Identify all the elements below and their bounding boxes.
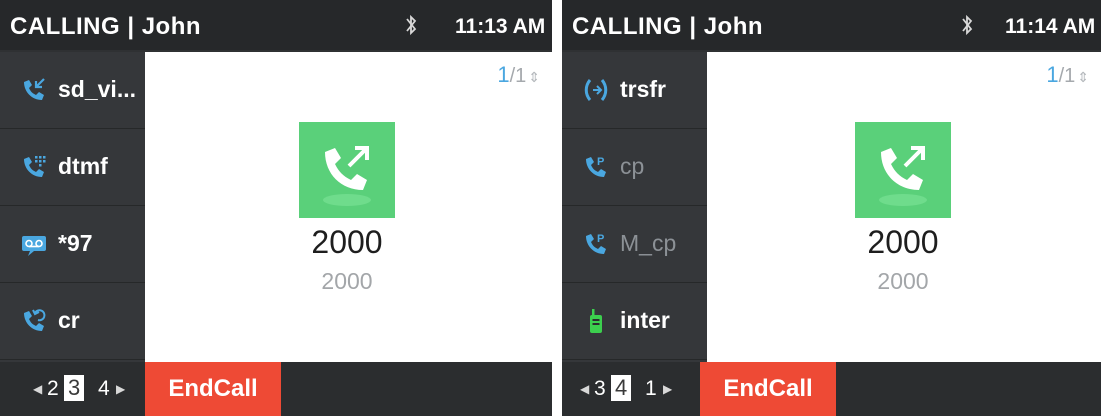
voicemail-icon [22, 236, 46, 256]
softkey-sidebar: trsfr P cp P M_cp inter [562, 52, 707, 362]
phone-callback-icon [24, 309, 46, 331]
walkie-talkie-icon [590, 309, 602, 333]
svg-text:P: P [597, 156, 604, 168]
pager-next[interactable]: 4 [98, 377, 110, 401]
softkey-label: cp [620, 153, 645, 179]
softkey-label: sd_vi... [58, 76, 136, 102]
svg-text:P: P [597, 233, 604, 245]
bluetooth-icon [406, 14, 417, 36]
clock: 11:13 AM [455, 15, 546, 38]
page-total: /1 [509, 65, 527, 87]
call-status-title: CALLING | John [10, 13, 202, 40]
up-down-arrows-icon: ⇕ [528, 69, 540, 85]
contact-number: 2000 [877, 268, 929, 294]
phone-incoming-icon [24, 78, 45, 100]
softkey-sidebar: sd_vi... dtmf *97 cr [0, 52, 145, 362]
softkey-pager[interactable]: ◀ 3 4 1 ▶ [562, 362, 707, 416]
softkey-trsfr[interactable]: trsfr [562, 52, 707, 129]
bottom-bar: ◀ 3 4 1 ▶ EndCall [562, 362, 1101, 416]
pager-left-arrow-icon[interactable]: ◀ [580, 382, 589, 396]
contact-name: 2000 [311, 224, 383, 260]
pager-current: 4 [611, 375, 632, 401]
clock: 11:14 AM [1005, 15, 1096, 38]
softkey-label: inter [620, 307, 670, 333]
softkey-voicemail[interactable]: *97 [0, 206, 145, 283]
page-indicator[interactable]: 1/1 ⇕ [1046, 62, 1089, 88]
park-phone-icon: P [586, 156, 606, 177]
phone-screen-right: CALLING | John 11:14 AM trsfr P cp P M_c… [562, 0, 1101, 416]
transfer-icon [584, 79, 608, 101]
outgoing-call-avatar [855, 122, 951, 218]
bottom-bar: ◀ 2 3 4 ▶ EndCall [0, 362, 552, 416]
softkey-label: dtmf [58, 153, 108, 179]
page-current: 1 [497, 62, 510, 87]
park-phone-icon: P [586, 233, 606, 254]
softkey-m-cp[interactable]: P M_cp [562, 206, 707, 283]
status-bar: CALLING | John 11:14 AM [562, 0, 1101, 50]
outgoing-call-icon [879, 146, 927, 206]
call-panel: 1/1 ⇕ 2000 2000 [145, 52, 552, 362]
softkey-label: cr [58, 307, 80, 333]
status-bar: CALLING | John 11:13 AM [0, 0, 552, 50]
outgoing-call-avatar [299, 122, 395, 218]
outgoing-call-icon [323, 146, 371, 206]
pager-right-arrow-icon[interactable]: ▶ [663, 382, 672, 396]
softkey-sd-vi[interactable]: sd_vi... [0, 52, 145, 129]
softkey-label: trsfr [620, 76, 667, 102]
call-status-title: CALLING | John [572, 13, 764, 40]
call-panel: 1/1 ⇕ 2000 2000 [707, 52, 1101, 362]
softkey-label: M_cp [620, 230, 677, 256]
dialpad-phone-icon [24, 156, 46, 177]
softkey-pager[interactable]: ◀ 2 3 4 ▶ [0, 362, 145, 416]
softkey-label: *97 [58, 230, 93, 256]
softkey-inter[interactable]: inter [562, 283, 707, 360]
endcall-button[interactable]: EndCall [700, 362, 836, 416]
bluetooth-icon [962, 14, 973, 36]
pager-prev[interactable]: 3 [594, 377, 606, 401]
softkey-cp[interactable]: P cp [562, 129, 707, 206]
contact-number: 2000 [321, 268, 373, 294]
page-indicator[interactable]: 1/1 ⇕ [497, 62, 540, 88]
pager-left-arrow-icon[interactable]: ◀ [33, 382, 42, 396]
endcall-button[interactable]: EndCall [145, 362, 281, 416]
contact-name: 2000 [867, 224, 939, 260]
up-down-arrows-icon: ⇕ [1077, 69, 1089, 85]
pager-prev[interactable]: 2 [47, 377, 59, 401]
softkey-dtmf[interactable]: dtmf [0, 129, 145, 206]
pager-current: 3 [64, 375, 85, 401]
page-current: 1 [1046, 62, 1059, 87]
page-total: /1 [1058, 65, 1076, 87]
softkey-cr[interactable]: cr [0, 283, 145, 360]
pager-next[interactable]: 1 [645, 377, 657, 401]
phone-screen-left: CALLING | John 11:13 AM sd_vi... dtmf *9… [0, 0, 552, 416]
pager-right-arrow-icon[interactable]: ▶ [116, 382, 125, 396]
